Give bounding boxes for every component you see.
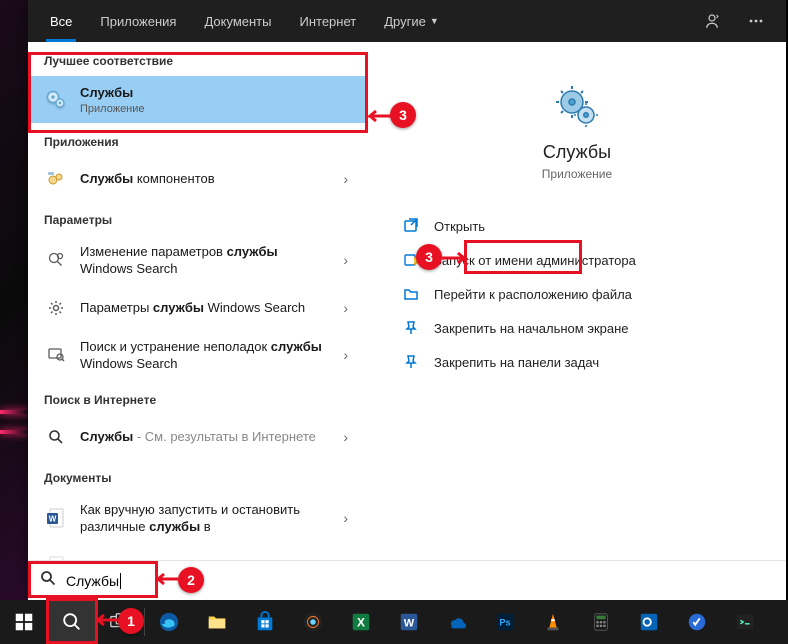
preview-subtitle: Приложение [392,167,762,181]
tab-all[interactable]: Все [36,0,86,42]
result-doc-item[interactable]: W Какой срок службы › [28,544,368,560]
taskbar-app-terminal[interactable] [721,600,769,644]
search-input[interactable]: Службы [28,560,786,600]
tab-web[interactable]: Интернет [285,0,370,42]
taskbar-app-vlc[interactable] [529,600,577,644]
start-button[interactable] [0,600,48,644]
options-button[interactable] [734,0,778,42]
filter-tab-bar: Все Приложения Документы Интернет Другие… [28,0,786,42]
chevron-right-icon[interactable]: › [339,171,352,187]
tab-apps[interactable]: Приложения [86,0,190,42]
taskbar-app-onedrive[interactable] [433,600,481,644]
gear-icon [44,296,68,320]
result-web-item[interactable]: Службы - См. результаты в Интернете › [28,415,368,459]
result-setting-item[interactable]: Поиск и устранение неполадок службы Wind… [28,330,368,381]
tab-more[interactable]: Другие▼ [370,0,453,42]
search-icon [40,570,56,591]
section-web: Поиск в Интернете [28,381,368,415]
gears-icon [44,87,68,111]
section-apps: Приложения [28,123,368,157]
folder-icon [402,285,420,303]
action-open[interactable]: Открыть [392,209,762,243]
open-icon [402,217,420,235]
taskbar-app-generic2[interactable] [673,600,721,644]
search-query-text: Службы [66,573,121,589]
taskbar-app-generic[interactable] [289,600,337,644]
taskbar-app-excel[interactable]: X [337,600,385,644]
svg-text:W: W [404,618,415,630]
feedback-button[interactable] [690,0,734,42]
search-flyout: Все Приложения Документы Интернет Другие… [28,0,786,600]
svg-text:W: W [49,515,57,524]
chevron-right-icon[interactable]: › [339,429,352,445]
taskbar-app-outlook[interactable] [625,600,673,644]
taskbar-app-word[interactable]: W [385,600,433,644]
chevron-right-icon[interactable]: › [339,347,352,363]
admin-shield-icon [402,251,420,269]
action-run-as-admin[interactable]: Запуск от имени администратора [392,243,762,277]
section-settings: Параметры [28,201,368,235]
result-setting-item[interactable]: Изменение параметров службы Windows Sear… [28,235,368,286]
task-view-button[interactable] [96,600,144,644]
taskbar-app-store[interactable] [241,600,289,644]
tab-documents[interactable]: Документы [190,0,285,42]
preview-title: Службы [392,142,762,163]
result-doc-item[interactable]: W Как вручную запустить и остановить раз… [28,493,368,544]
result-setting-item[interactable]: Параметры службы Windows Search › [28,286,368,330]
chevron-right-icon[interactable]: › [339,510,352,526]
section-best-match: Лучшее соответствие [28,42,368,76]
section-documents: Документы [28,459,368,493]
result-title: Службы [80,84,352,102]
word-doc-icon: W [44,506,68,530]
svg-text:X: X [357,616,365,630]
action-open-location[interactable]: Перейти к расположению файла [392,277,762,311]
desktop-background [0,0,28,600]
results-list: Лучшее соответствие Службы Приложение Пр… [28,42,368,560]
taskbar-app-edge[interactable] [145,600,193,644]
word-doc-icon: W [44,554,68,560]
result-app-item[interactable]: Службы компонентов › [28,157,368,201]
svg-text:Ps: Ps [499,618,510,628]
search-icon [44,425,68,449]
chevron-right-icon[interactable]: › [339,558,352,560]
search-settings-icon [44,248,68,272]
taskbar-app-explorer[interactable] [193,600,241,644]
taskbar-app-photoshop[interactable]: Ps [481,600,529,644]
chevron-right-icon[interactable]: › [339,252,352,268]
result-subtitle: Приложение [80,103,352,115]
services-app-icon [553,82,601,130]
pin-icon [402,353,420,371]
taskbar-search-button[interactable] [48,600,96,644]
troubleshoot-icon [44,343,68,367]
result-best-match[interactable]: Службы Приложение [28,76,368,123]
action-pin-taskbar[interactable]: Закрепить на панели задач [392,345,762,379]
chevron-right-icon[interactable]: › [339,300,352,316]
preview-pane: Службы Приложение Открыть Запуск от имен… [368,42,786,560]
pin-icon [402,319,420,337]
component-services-icon [44,167,68,191]
action-pin-start[interactable]: Закрепить на начальном экране [392,311,762,345]
taskbar-app-calculator[interactable] [577,600,625,644]
taskbar: X W Ps [0,600,788,644]
